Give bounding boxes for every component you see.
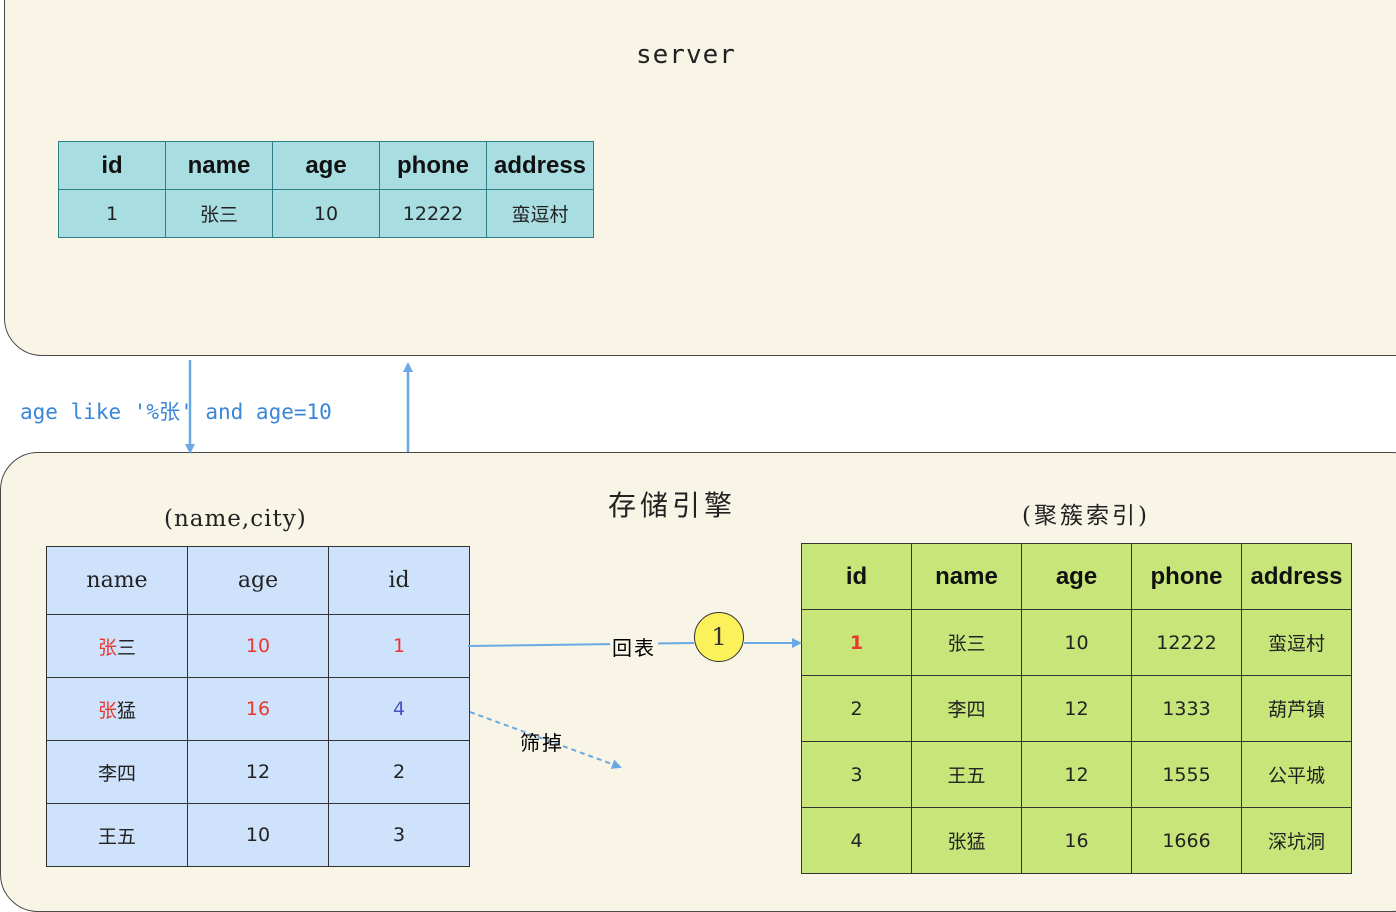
- lookup-label: 回表: [610, 632, 658, 661]
- step-badge: 1: [694, 612, 744, 662]
- filter-label: 筛掉: [520, 731, 564, 755]
- connector-arrows: [185, 360, 802, 769]
- lookup-arrow-line: [467, 642, 695, 647]
